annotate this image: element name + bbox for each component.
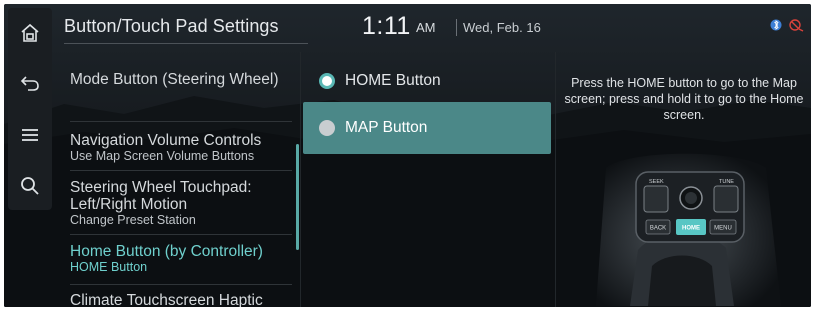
list-item-climate-haptic[interactable]: Climate Touchscreen Haptic <box>70 292 292 307</box>
list-item-mode-button[interactable]: Mode Button (Steering Wheel) <box>70 71 292 88</box>
clock-date: Wed, Feb. 16 <box>463 20 541 35</box>
seek-label: SEEK <box>649 179 664 185</box>
list-item-touchpad-motion[interactable]: Steering Wheel Touchpad: Left/Right Moti… <box>70 179 292 228</box>
list-item-label: Navigation Volume Controls <box>70 132 262 149</box>
home-icon <box>21 23 39 42</box>
list-item-value: HOME Button <box>70 260 148 274</box>
back-key-label: BACK <box>650 226 666 232</box>
list-scrollbar[interactable] <box>296 144 299 250</box>
status-icons <box>770 19 804 32</box>
list-divider <box>70 284 292 285</box>
clock-time: 1:11 <box>362 12 411 40</box>
back-icon <box>20 76 39 91</box>
side-rail <box>8 8 52 210</box>
column-divider <box>300 52 301 307</box>
search-icon <box>21 177 39 195</box>
menu-key-label: MENU <box>714 226 732 232</box>
list-item-label: Mode Button (Steering Wheel) <box>70 71 279 88</box>
list-divider <box>70 170 292 171</box>
clock-ampm: AM <box>416 20 436 35</box>
list-item-label: Climate Touchscreen Haptic <box>70 292 263 307</box>
radio-selected-icon <box>319 73 335 89</box>
page-title: Button/Touch Pad Settings <box>64 16 279 36</box>
home-key-label: HOME <box>682 226 700 232</box>
home-button[interactable] <box>8 10 52 56</box>
option-map-button[interactable]: MAP Button <box>303 102 551 154</box>
list-divider <box>70 121 292 122</box>
date-separator <box>456 19 457 36</box>
list-item-value: Change Preset Station <box>70 213 196 227</box>
radio-unselected-icon <box>319 120 335 136</box>
controller-illustration: SEEK TUNE BACK HOME MENU <box>596 153 781 306</box>
list-item-home-button[interactable]: Home Button (by Controller) HOME Button <box>70 243 292 275</box>
list-divider <box>70 234 292 235</box>
menu-icon <box>22 129 38 141</box>
menu-button[interactable] <box>8 112 52 158</box>
list-item-label: Steering Wheel Touchpad: Left/Right Moti… <box>70 179 252 213</box>
option-label: HOME Button <box>345 72 441 89</box>
infotainment-screen: Button/Touch Pad Settings 1:11 AM Wed, F… <box>4 4 811 307</box>
bluetooth-phone-icon <box>770 19 782 31</box>
list-item-label: Home Button (by Controller) <box>70 243 263 260</box>
search-button[interactable] <box>8 163 52 209</box>
back-button[interactable] <box>8 60 52 106</box>
option-home-button[interactable]: HOME Button <box>303 55 551 107</box>
tune-label: TUNE <box>719 179 734 185</box>
column-divider <box>555 52 556 307</box>
help-description: Press the HOME button to go to the Map s… <box>564 76 804 122</box>
option-label: MAP Button <box>345 119 428 136</box>
list-item-navigation-volume[interactable]: Navigation Volume Controls Use Map Scree… <box>70 132 292 164</box>
title-underline <box>64 43 308 44</box>
list-item-value: Use Map Screen Volume Buttons <box>70 149 255 163</box>
mute-icon <box>789 19 804 32</box>
